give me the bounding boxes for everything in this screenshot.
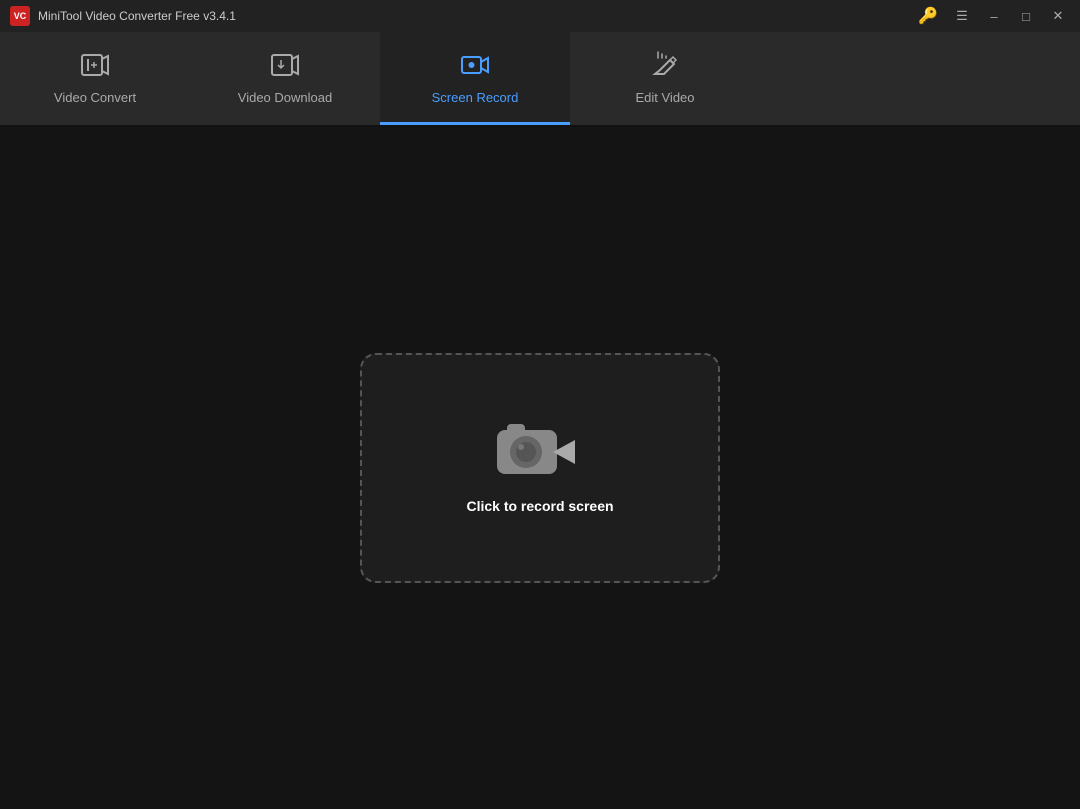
tab-video-convert-label: Video Convert	[54, 90, 136, 105]
tab-screen-record[interactable]: Screen Record	[380, 32, 570, 125]
tab-video-convert[interactable]: Video Convert	[0, 32, 190, 125]
close-button[interactable]: ✕	[1044, 6, 1072, 26]
title-bar: VC MiniTool Video Converter Free v3.4.1 …	[0, 0, 1080, 32]
minimize-icon: –	[990, 9, 997, 24]
app-title: MiniTool Video Converter Free v3.4.1	[38, 9, 236, 23]
maximize-icon: □	[1022, 9, 1030, 24]
title-bar-left: VC MiniTool Video Converter Free v3.4.1	[10, 6, 236, 26]
main-content: Click to record screen	[0, 127, 1080, 809]
key-icon[interactable]: 🔑	[918, 6, 938, 26]
tab-video-download-label: Video Download	[238, 90, 332, 105]
tab-screen-record-label: Screen Record	[432, 90, 519, 105]
minimize-button[interactable]: –	[980, 6, 1008, 26]
title-bar-controls: 🔑 ☰ – □ ✕	[918, 6, 1072, 26]
edit-video-icon	[650, 50, 680, 84]
screen-record-icon	[460, 50, 490, 84]
video-download-icon	[270, 50, 300, 84]
close-icon: ✕	[1053, 8, 1064, 24]
record-prompt-label: Click to record screen	[466, 498, 613, 514]
menu-icon: ☰	[956, 8, 968, 24]
menu-button[interactable]: ☰	[948, 6, 976, 26]
app-logo: VC	[10, 6, 30, 26]
video-convert-icon	[80, 50, 110, 84]
tab-video-download[interactable]: Video Download	[190, 32, 380, 125]
tab-edit-video-label: Edit Video	[635, 90, 694, 105]
record-camera-icon	[495, 422, 585, 482]
maximize-button[interactable]: □	[1012, 6, 1040, 26]
record-screen-area[interactable]: Click to record screen	[360, 353, 720, 583]
nav-tabs: Video Convert Video Download Screen Reco…	[0, 32, 1080, 127]
tab-edit-video[interactable]: Edit Video	[570, 32, 760, 125]
